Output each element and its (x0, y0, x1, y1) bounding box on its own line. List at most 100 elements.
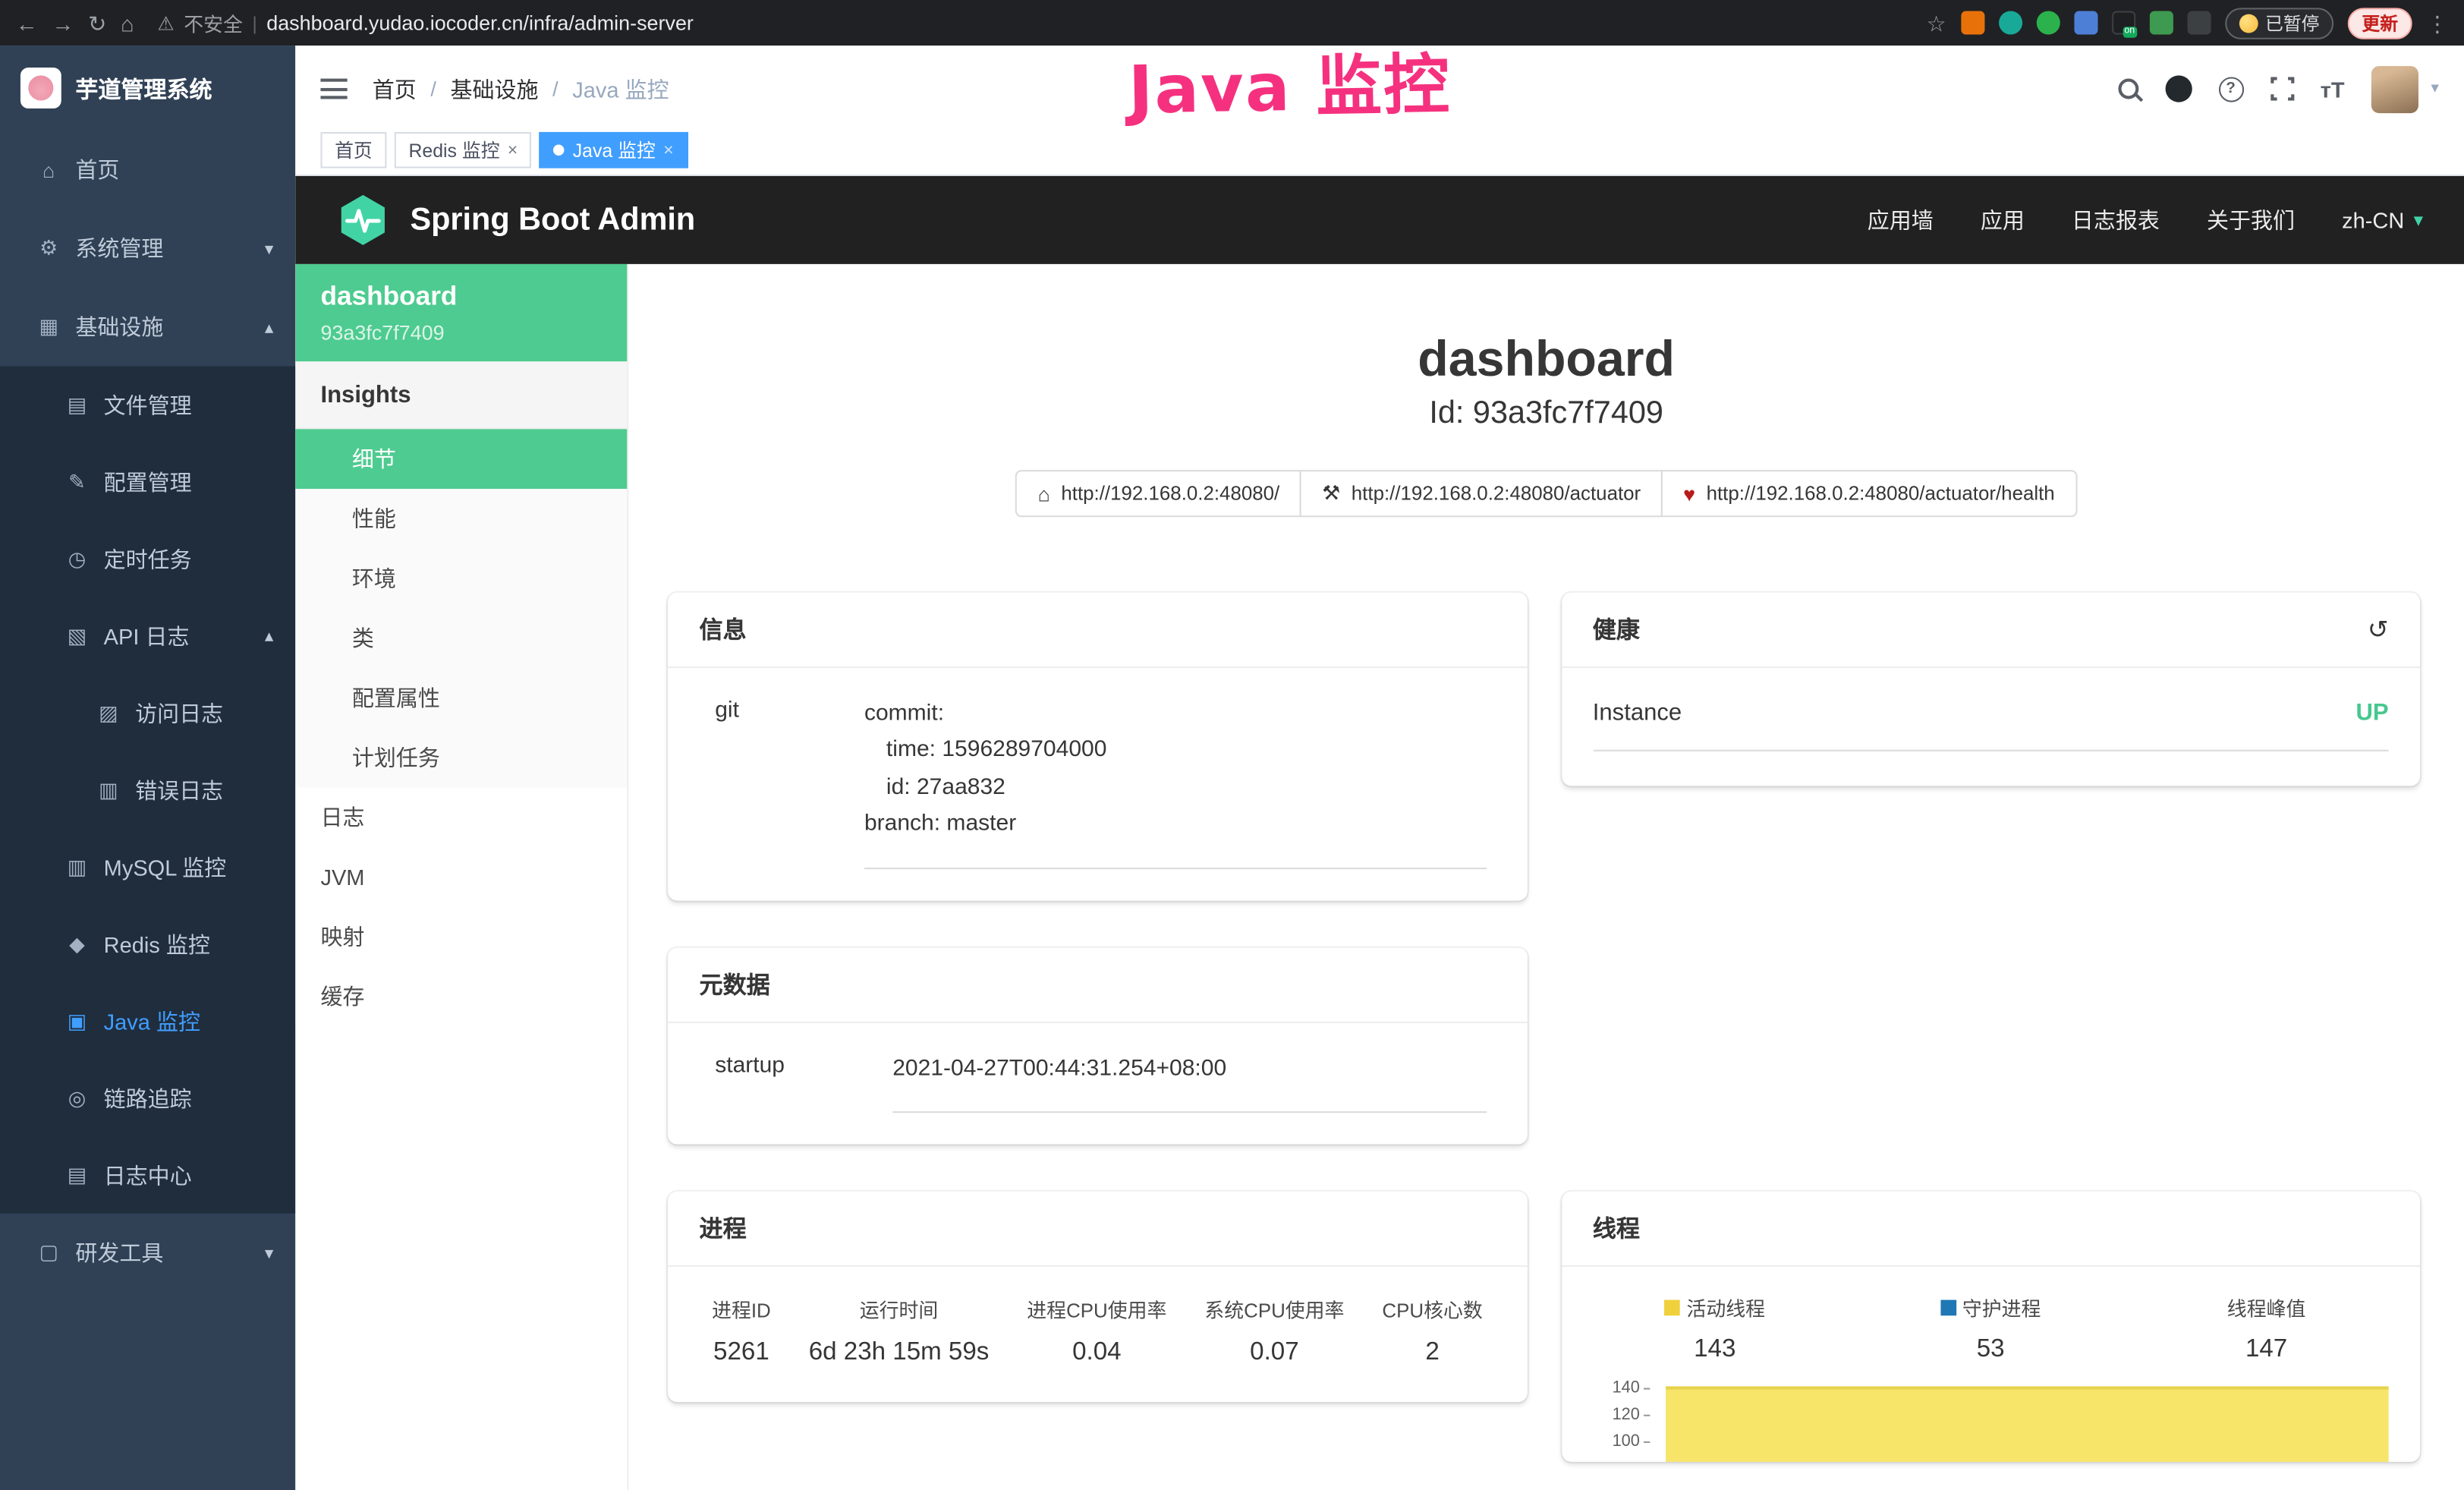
url-text[interactable]: dashboard.yudao.iocoder.cn/infra/admin-s… (266, 11, 694, 34)
back-icon[interactable]: ← (16, 12, 38, 34)
sba-item-mappings[interactable]: 映射 (295, 907, 627, 967)
threads-card-title: 线程 (1593, 1212, 1640, 1245)
sba-language-select[interactable]: zh-CN ▾ (2342, 207, 2423, 232)
address-bar[interactable]: ⚠ 不安全 | dashboard.yudao.iocoder.cn/infra… (158, 8, 1913, 37)
status-badge: UP (2355, 700, 2388, 726)
url-separator: | (252, 12, 256, 34)
sba-nav-wallboard[interactable]: 应用墙 (1868, 204, 1934, 235)
sba-item-caches[interactable]: 缓存 (295, 967, 627, 1027)
history-icon[interactable]: ↺ (2368, 614, 2389, 645)
font-size-icon[interactable]: тT (2321, 76, 2345, 101)
gear-icon: ⚙ (31, 236, 66, 261)
sidebar-item-scheduled-jobs[interactable]: ◷ 定时任务 (0, 520, 295, 597)
extension-icon[interactable] (2149, 11, 2173, 34)
sidebar-item-error-log[interactable]: ▥ 错误日志 (0, 751, 295, 828)
browser-menu-icon[interactable]: ⋮ (2426, 12, 2448, 34)
sba-item-beans[interactable]: 类 (295, 608, 627, 668)
extension-icon[interactable] (2187, 11, 2211, 34)
process-col-header: 运行时间 (809, 1294, 990, 1324)
tab-java-monitor[interactable]: Java 监控 × (540, 132, 688, 169)
sidebar-item-access-log[interactable]: ▨ 访问日志 (0, 674, 295, 751)
sidebar-item-label: 链路追踪 (104, 1082, 192, 1114)
browser-home-icon[interactable]: ⌂ (121, 12, 134, 34)
chevron-down-icon: ▾ (265, 238, 273, 259)
sidebar-item-system-management[interactable]: ⚙ 系统管理 ▾ (0, 209, 295, 288)
process-col-system-cpu: 系统CPU使用率 0.07 (1204, 1294, 1344, 1368)
threads-chart: 140 120 100 (1599, 1381, 2395, 1463)
sba-header: Spring Boot Admin 应用墙 应用 日志报表 关于我们 zh-CN… (295, 176, 2464, 264)
service-url-button[interactable]: ⌂ http://192.168.0.2:48080/ (1016, 470, 1302, 517)
search-icon[interactable] (2118, 79, 2138, 99)
extension-icon[interactable] (2111, 11, 2135, 34)
sba-item-details[interactable]: 细节 (295, 429, 627, 489)
sidebar-item-label: 首页 (75, 154, 119, 185)
sidebar-item-redis-monitor[interactable]: ◆ Redis 监控 (0, 906, 295, 982)
process-col-header: CPU核心数 (1382, 1294, 1482, 1324)
sidebar-item-log-center[interactable]: ▤ 日志中心 (0, 1136, 295, 1213)
trace-icon: ◎ (60, 1085, 95, 1110)
collapse-sidebar-icon[interactable] (320, 79, 347, 99)
breadcrumb-infrastructure[interactable]: 基础设施 (451, 73, 539, 104)
app-logo-row[interactable]: 芋道管理系统 (0, 46, 295, 131)
help-icon[interactable]: ? (2218, 76, 2243, 101)
sidebar-item-home[interactable]: ⌂ 首页 (0, 131, 295, 209)
instance-title: dashboard (628, 330, 2464, 389)
sba-nav-applications[interactable]: 应用 (1981, 204, 2025, 235)
sidebar-item-label: MySQL 监控 (104, 851, 227, 882)
forward-icon[interactable]: → (52, 12, 74, 34)
sidebar-item-api-log[interactable]: ▧ API 日志 ▴ (0, 597, 295, 674)
sba-brand[interactable]: Spring Boot Admin (410, 202, 695, 238)
sba-instance-header[interactable]: dashboard 93a3fc7f7409 (295, 264, 627, 361)
sba-item-scheduled-tasks[interactable]: 计划任务 (295, 728, 627, 788)
sidebar-item-infrastructure[interactable]: ▦ 基础设施 ▴ (0, 288, 295, 367)
github-icon[interactable] (2165, 75, 2192, 102)
reload-icon[interactable]: ↻ (88, 12, 106, 34)
paused-badge[interactable]: 已暂停 (2224, 7, 2333, 38)
spring-boot-admin-logo (336, 194, 389, 247)
sidebar-item-config-management[interactable]: ✎ 配置管理 (0, 443, 295, 520)
close-icon[interactable]: × (508, 140, 518, 159)
access-log-icon: ▨ (91, 701, 126, 726)
extension-icon[interactable] (2073, 11, 2097, 34)
sba-item-config-props[interactable]: 配置属性 (295, 668, 627, 728)
sba-item-jvm[interactable]: JVM (295, 847, 627, 907)
security-label[interactable]: 不安全 (184, 8, 243, 37)
sba-item-environment[interactable]: 环境 (295, 549, 627, 609)
avatar[interactable] (2371, 65, 2418, 112)
sba-nav-about[interactable]: 关于我们 (2207, 204, 2295, 235)
header-actions: ? тT ▾ (2118, 65, 2439, 112)
sidebar-item-java-monitor[interactable]: ▣ Java 监控 (0, 982, 295, 1059)
tab-home[interactable]: 首页 (320, 132, 386, 169)
tab-redis-monitor[interactable]: Redis 监控 × (395, 132, 532, 169)
extension-icon[interactable] (2036, 11, 2060, 34)
annotation-java-monitor: Java 监控 (1128, 32, 1452, 134)
legend-label: 守护进程 (1962, 1293, 2041, 1322)
fullscreen-icon[interactable] (2270, 77, 2293, 100)
sba-nav-journal[interactable]: 日志报表 (2072, 204, 2160, 235)
health-url-button[interactable]: ♥ http://192.168.0.2:48080/actuator/heal… (1661, 470, 2077, 517)
bookmark-star-icon[interactable]: ☆ (1927, 12, 1946, 34)
legend-peak-threads: 线程峰值 147 (2129, 1293, 2404, 1365)
extension-icon[interactable] (1960, 11, 1984, 34)
metadata-card: 元数据 startup 2021-04-27T00:44:31.254+08:0… (668, 948, 1527, 1145)
error-log-icon: ▥ (91, 777, 126, 802)
breadcrumb-separator: / (430, 77, 436, 100)
metadata-startup-value: 2021-04-27T00:44:31.254+08:00 (892, 1051, 1486, 1088)
caret-down-icon[interactable]: ▾ (2431, 80, 2438, 98)
sba-item-metrics[interactable]: 性能 (295, 489, 627, 549)
sidebar-item-mysql-monitor[interactable]: ▥ MySQL 监控 (0, 828, 295, 905)
instance-id-subtitle: Id: 93a3fc7f7409 (628, 396, 2464, 433)
extension-icon[interactable] (1998, 11, 2022, 34)
actuator-url-button[interactable]: ⚒ http://192.168.0.2:48080/actuator (1300, 470, 1663, 517)
sba-item-loggers[interactable]: 日志 (295, 787, 627, 847)
sidebar-item-link-tracing[interactable]: ◎ 链路追踪 (0, 1060, 295, 1136)
sidebar-item-dev-tools[interactable]: ▢ 研发工具 ▾ (0, 1214, 295, 1293)
sba-instance-id: 93a3fc7f7409 (320, 320, 602, 344)
sidebar-item-label: 访问日志 (135, 697, 223, 728)
close-icon[interactable]: × (663, 140, 673, 159)
breadcrumb-home[interactable]: 首页 (373, 73, 417, 104)
info-git-row: git commit: time: 1596289704000 id: 27aa… (668, 668, 1527, 900)
actuator-url-label: http://192.168.0.2:48080/actuator (1352, 483, 1641, 505)
sidebar-item-file-management[interactable]: ▤ 文件管理 (0, 366, 295, 443)
update-button[interactable]: 更新 (2348, 7, 2412, 38)
